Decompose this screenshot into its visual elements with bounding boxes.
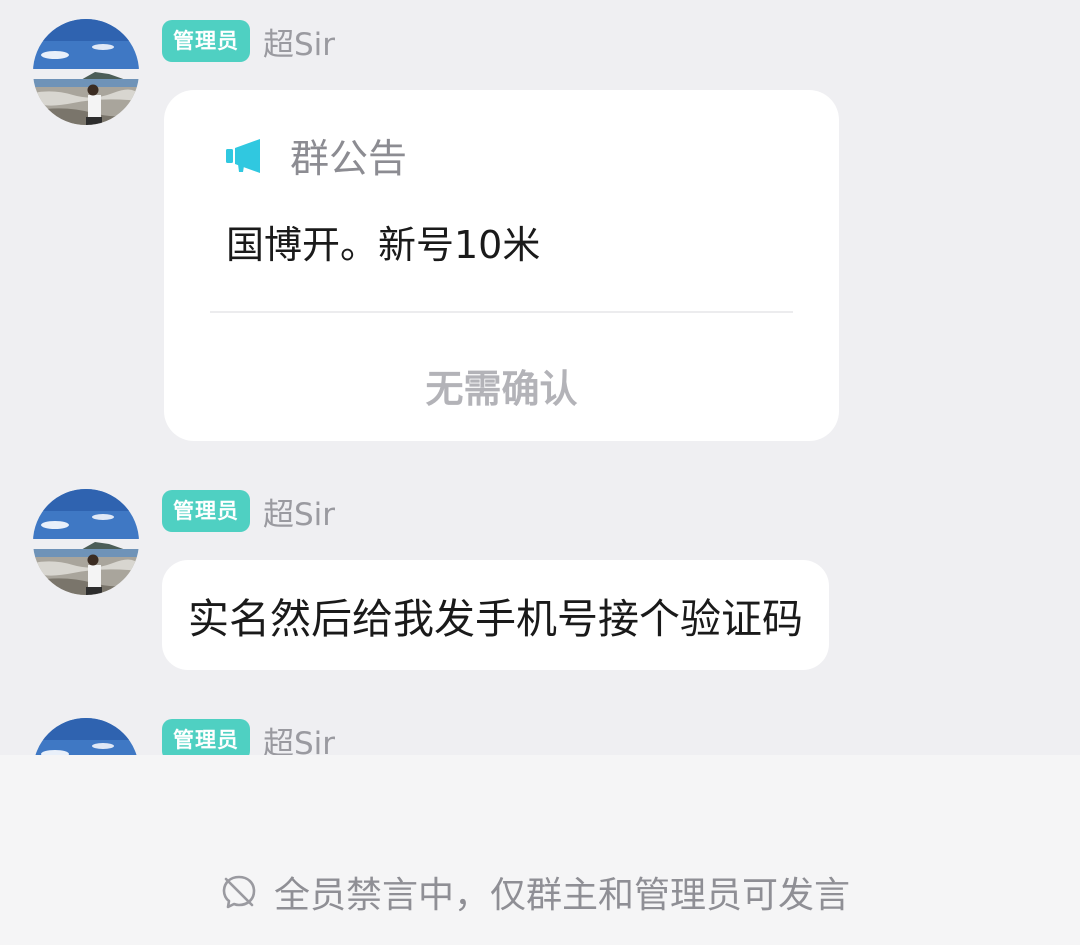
sender-name[interactable]: 超Sir — [263, 718, 335, 756]
avatar[interactable] — [33, 718, 139, 755]
avatar[interactable] — [33, 489, 139, 595]
message-meta: 管理员 超Sir — [162, 19, 335, 64]
notice-header: 群公告 — [226, 128, 407, 184]
divider — [210, 311, 793, 313]
message-bubble[interactable]: 实名然后给我发手机号接个验证码 — [162, 560, 829, 670]
admin-badge: 管理员 — [162, 490, 250, 532]
no-confirm-label: 无需确认 — [425, 367, 578, 411]
sender-name[interactable]: 超Sir — [263, 19, 335, 64]
mute-icon — [220, 873, 258, 911]
message-meta: 管理员 超Sir — [162, 489, 335, 534]
input-area: 全员禁言中，仅群主和管理员可发言 — [0, 755, 1080, 945]
group-notice-card[interactable]: 群公告 国博开。新号10米 无需确认 — [164, 90, 839, 441]
notice-body: 国博开。新号10米 — [226, 223, 541, 267]
message-meta: 管理员 超Sir — [162, 719, 335, 755]
sender-name[interactable]: 超Sir — [263, 489, 335, 534]
admin-badge: 管理员 — [162, 20, 250, 62]
mute-text: 全员禁言中，仅群主和管理员可发言 — [274, 875, 851, 916]
megaphone-icon — [226, 138, 266, 174]
admin-badge: 管理员 — [162, 719, 250, 755]
avatar[interactable] — [33, 19, 139, 125]
chat-area[interactable]: 管理员 超Sir 群公告 国博开。新号10米 无需确认 管理员 超Sir 实名然… — [0, 0, 1080, 755]
notice-title: 群公告 — [290, 137, 408, 182]
mute-notice: 全员禁言中，仅群主和管理员可发言 — [220, 866, 850, 918]
